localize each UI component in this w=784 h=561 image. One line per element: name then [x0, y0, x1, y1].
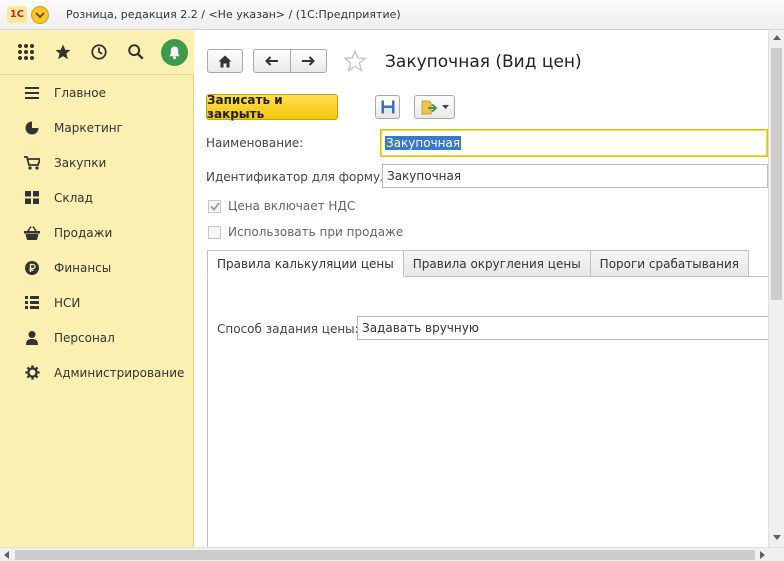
- sidebar-item-label: Финансы: [54, 260, 112, 275]
- forward-button[interactable]: [289, 50, 327, 72]
- sidebar-item-sales[interactable]: Продажи: [0, 215, 194, 250]
- checkmark-icon: [209, 201, 220, 211]
- use-in-sale-checkbox[interactable]: [208, 225, 221, 239]
- sidebar-item-marketing[interactable]: Маркетинг: [0, 110, 194, 145]
- document-arrow-icon: [421, 100, 438, 115]
- sidebar-item-nsi[interactable]: НСИ: [0, 285, 194, 320]
- search-icon[interactable]: [124, 40, 148, 64]
- sidebar-item-personnel[interactable]: Персонал: [0, 320, 194, 355]
- vat-checkbox-label: Цена включает НДС: [228, 199, 356, 213]
- sidebar-item-label: Склад: [54, 190, 93, 205]
- sidebar-item-label: Администрирование: [54, 365, 185, 380]
- home-icon: [218, 55, 232, 67]
- back-button[interactable]: [254, 50, 290, 72]
- page-title: Закупочная (Вид цен): [385, 52, 582, 72]
- horizontal-scrollbar[interactable]: [0, 547, 784, 561]
- id-label: Идентификатор для формул:: [206, 170, 392, 184]
- chevron-down-icon: [35, 12, 45, 19]
- tab-panel: Способ задания цены: Задавать вручную: [207, 276, 769, 547]
- sections-sidebar: Главное Маркетинг Закупки Склад Продажи …: [0, 75, 194, 547]
- gear-icon: [24, 365, 40, 381]
- cart-icon: [24, 155, 40, 171]
- tab-rounding-rules[interactable]: Правила округления цены: [402, 250, 591, 277]
- sidebar-item-label: Продажи: [54, 225, 113, 240]
- horizontal-scroll-thumb[interactable]: [15, 550, 755, 560]
- formula-id-value: Закупочная: [387, 169, 462, 183]
- arrow-left-icon: [264, 56, 278, 66]
- favorites-star-icon[interactable]: [51, 40, 75, 64]
- sidebar-item-purchases[interactable]: Закупки: [0, 145, 194, 180]
- formula-id-input[interactable]: Закупочная: [382, 164, 768, 188]
- vertical-scrollbar[interactable]: [768, 30, 784, 547]
- sidebar-item-label: Главное: [54, 85, 106, 100]
- tab-thresholds[interactable]: Пороги срабатывания: [589, 250, 749, 277]
- main-menu-button[interactable]: [31, 6, 49, 24]
- home-button[interactable]: [207, 49, 243, 73]
- add-to-favorites-star-icon[interactable]: [343, 49, 367, 76]
- price-method-field[interactable]: Задавать вручную: [357, 316, 769, 340]
- vat-checkbox-row[interactable]: Цена включает НДС: [208, 199, 355, 213]
- person-icon: [24, 330, 40, 346]
- arrow-right-icon: [302, 56, 316, 66]
- sidebar-item-finance[interactable]: Финансы: [0, 250, 194, 285]
- app-logo: 1С: [7, 6, 27, 23]
- vat-checkbox[interactable]: [208, 199, 221, 213]
- tab-bar: Правила калькуляции цены Правила округле…: [207, 250, 749, 277]
- tab-calculation-rules[interactable]: Правила калькуляции цены: [207, 250, 404, 277]
- title-bar: 1С Розница, редакция 2.2 / <Не указан> /…: [0, 0, 784, 30]
- scroll-left-arrow-icon[interactable]: [4, 551, 9, 559]
- name-input[interactable]: Закупочная: [380, 129, 768, 157]
- dropdown-arrow-icon: [441, 105, 449, 109]
- form-area: Закупочная (Вид цен) Записать и закрыть …: [195, 30, 769, 547]
- more-actions-button[interactable]: [414, 95, 455, 119]
- use-in-sale-checkbox-row[interactable]: Использовать при продаже: [208, 225, 403, 239]
- apps-grid-icon[interactable]: [14, 40, 38, 64]
- ruble-icon: [24, 260, 40, 276]
- vertical-scroll-thumb[interactable]: [771, 48, 782, 300]
- floppy-disk-icon: [381, 100, 394, 114]
- scroll-right-arrow-icon[interactable]: [760, 551, 765, 559]
- price-method-label: Способ задания цены:: [217, 322, 359, 336]
- scroll-down-arrow-icon[interactable]: [773, 535, 781, 540]
- sidebar-item-warehouse[interactable]: Склад: [0, 180, 194, 215]
- name-label: Наименование:: [206, 136, 304, 150]
- list-icon: [24, 295, 40, 311]
- use-in-sale-checkbox-label: Использовать при продаже: [228, 225, 404, 239]
- window-title: Розница, редакция 2.2 / <Не указан> / (1…: [66, 8, 401, 21]
- sidebar-item-label: НСИ: [54, 295, 81, 310]
- sidebar-item-administration[interactable]: Администрирование: [0, 355, 194, 390]
- save-and-close-button[interactable]: Записать и закрыть: [206, 93, 338, 121]
- sidebar-item-main[interactable]: Главное: [0, 75, 194, 110]
- menu-lines-icon: [24, 85, 40, 101]
- sidebar-item-label: Закупки: [54, 155, 107, 170]
- name-input-value: Закупочная: [385, 136, 462, 150]
- basket-icon: [24, 225, 40, 241]
- sidebar-toolbar: [0, 30, 194, 75]
- price-method-value: Задавать вручную: [362, 321, 479, 335]
- save-button[interactable]: [375, 95, 400, 119]
- sidebar-item-label: Персонал: [54, 330, 115, 345]
- pie-chart-icon: [24, 120, 40, 136]
- sidebar-item-label: Маркетинг: [54, 120, 123, 135]
- history-icon[interactable]: [87, 40, 111, 64]
- warehouse-icon: [24, 190, 40, 206]
- notifications-bell-icon[interactable]: [161, 39, 188, 66]
- scroll-up-arrow-icon[interactable]: [773, 35, 781, 40]
- navigation-buttons: [253, 49, 327, 73]
